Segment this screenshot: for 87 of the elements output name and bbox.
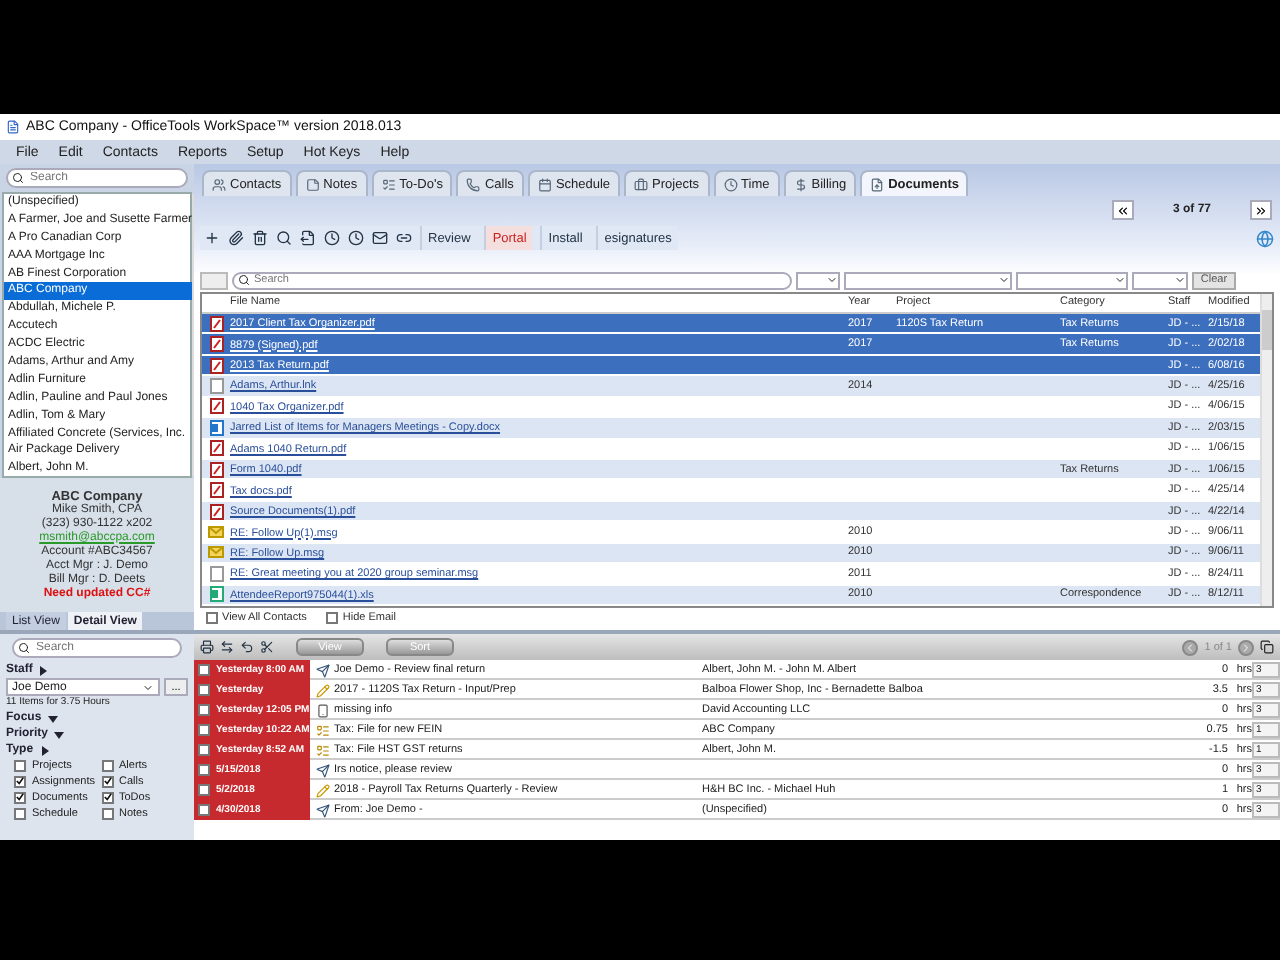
caret-icon bbox=[1114, 274, 1126, 286]
checkbox[interactable] bbox=[14, 791, 26, 803]
pdf-file-icon bbox=[209, 398, 223, 415]
caret-icon bbox=[1174, 274, 1186, 286]
search-icon bbox=[238, 274, 250, 286]
double-chevron-right-icon bbox=[1254, 203, 1268, 217]
checklist-icon bbox=[381, 177, 396, 191]
link-icon[interactable] bbox=[396, 230, 412, 246]
checkbox[interactable] bbox=[14, 759, 26, 771]
people-icon bbox=[212, 177, 226, 191]
send-icon bbox=[315, 663, 329, 677]
clock-icon bbox=[723, 177, 738, 191]
checkbox[interactable] bbox=[326, 611, 339, 623]
note-icon bbox=[305, 177, 320, 191]
checkbox[interactable] bbox=[101, 807, 113, 819]
checkbox[interactable] bbox=[101, 791, 113, 803]
chevron-right-icon bbox=[1240, 641, 1252, 653]
expand-arrow-icon[interactable] bbox=[54, 729, 65, 739]
pdf-file-icon bbox=[209, 503, 223, 520]
mail-icon[interactable] bbox=[372, 230, 388, 246]
word-file-icon bbox=[209, 419, 223, 436]
delete-icon[interactable] bbox=[252, 230, 268, 246]
send-icon bbox=[315, 803, 329, 817]
chevron-left-icon bbox=[1184, 641, 1197, 653]
checkbox[interactable] bbox=[198, 804, 210, 816]
pdf-file-icon bbox=[209, 315, 223, 332]
pdf-file-icon bbox=[209, 482, 223, 499]
blank-file-icon bbox=[209, 377, 223, 394]
document-icon bbox=[870, 177, 885, 191]
dollar-icon bbox=[793, 177, 808, 191]
clock-icon[interactable] bbox=[348, 230, 364, 246]
undo-icon[interactable] bbox=[240, 640, 254, 654]
pdf-file-icon bbox=[209, 336, 223, 353]
pdf-file-icon bbox=[209, 440, 223, 457]
calendar-icon bbox=[537, 177, 552, 191]
first-page-button[interactable] bbox=[1112, 200, 1134, 220]
previous-page-button[interactable] bbox=[1182, 639, 1199, 655]
caret-icon bbox=[142, 681, 154, 693]
pencil-icon bbox=[315, 783, 329, 797]
caret-icon bbox=[998, 274, 1010, 286]
phone-icon bbox=[315, 703, 329, 717]
blank-file-icon bbox=[209, 565, 223, 582]
checkbox[interactable] bbox=[198, 744, 210, 756]
expand-arrow-icon[interactable] bbox=[38, 665, 49, 675]
envelope-icon bbox=[208, 546, 224, 559]
checkbox[interactable] bbox=[198, 704, 210, 716]
phone-icon bbox=[466, 177, 481, 191]
printer-icon[interactable] bbox=[200, 640, 214, 654]
checkbox[interactable] bbox=[14, 775, 26, 787]
clock-icon[interactable] bbox=[324, 230, 340, 246]
scissors-icon[interactable] bbox=[260, 640, 274, 654]
checkbox[interactable] bbox=[198, 784, 210, 796]
search-icon bbox=[12, 172, 24, 184]
paperclip-icon[interactable] bbox=[228, 230, 244, 246]
globe-icon[interactable] bbox=[1256, 229, 1274, 247]
search-icon[interactable] bbox=[276, 230, 292, 246]
copy-icon[interactable] bbox=[1260, 640, 1274, 654]
checklist-icon bbox=[315, 743, 329, 757]
caret-icon bbox=[826, 274, 838, 286]
export-icon[interactable] bbox=[300, 230, 316, 246]
checkbox[interactable] bbox=[198, 684, 210, 696]
envelope-icon bbox=[208, 526, 224, 539]
search-icon bbox=[18, 642, 30, 654]
send-icon bbox=[315, 763, 329, 777]
checkbox[interactable] bbox=[198, 764, 210, 776]
scrollbar[interactable] bbox=[1260, 294, 1272, 606]
pencil-icon bbox=[315, 683, 329, 697]
double-chevron-left-icon bbox=[1116, 203, 1130, 217]
checkbox[interactable] bbox=[101, 775, 113, 787]
expand-arrow-icon[interactable] bbox=[47, 713, 58, 723]
swap-icon[interactable] bbox=[220, 640, 234, 654]
add-icon[interactable] bbox=[204, 230, 220, 246]
last-page-button[interactable] bbox=[1250, 200, 1272, 220]
checkbox[interactable] bbox=[198, 664, 210, 676]
checkbox[interactable] bbox=[14, 807, 26, 819]
checkbox[interactable] bbox=[101, 759, 113, 771]
briefcase-icon bbox=[634, 177, 649, 191]
expand-arrow-icon[interactable] bbox=[39, 745, 50, 755]
next-page-button[interactable] bbox=[1238, 639, 1254, 655]
checkbox[interactable] bbox=[198, 724, 210, 736]
checkbox[interactable] bbox=[206, 611, 218, 623]
checklist-icon bbox=[315, 723, 329, 737]
spreadsheet-file-icon bbox=[209, 586, 223, 603]
app-icon bbox=[6, 120, 20, 134]
pdf-file-icon bbox=[209, 461, 223, 478]
scrollbar[interactable] bbox=[192, 194, 195, 476]
pdf-file-icon bbox=[209, 357, 223, 374]
